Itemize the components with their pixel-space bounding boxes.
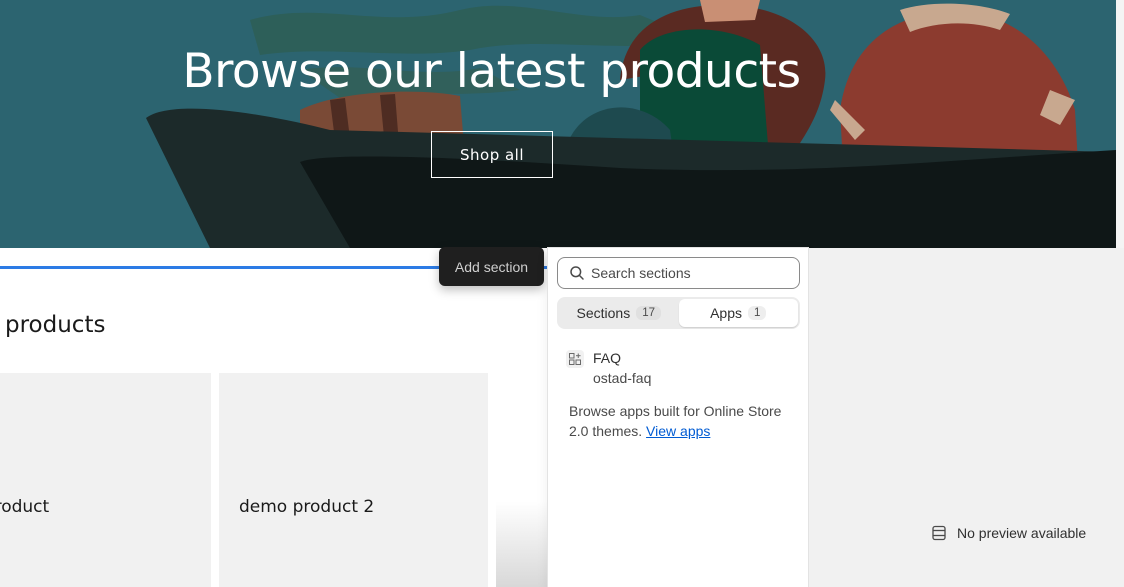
hero-banner: Browse our latest products Shop all — [0, 0, 1116, 248]
add-section-panel: Sections 17 Apps 1 FAQ ostad-faq Browse … — [548, 248, 808, 587]
product-card[interactable]: o product — [0, 373, 211, 587]
scrollbar-track[interactable] — [1116, 0, 1124, 248]
product-card[interactable] — [496, 373, 556, 587]
product-title[interactable]: demo product 2 — [239, 497, 374, 517]
app-handle: ostad-faq — [593, 370, 652, 386]
search-icon — [569, 265, 585, 281]
count-badge: 17 — [636, 306, 661, 320]
featured-products-heading: red products — [0, 312, 106, 338]
add-section-tooltip: Add section — [439, 247, 544, 286]
shop-all-button[interactable]: Shop all — [431, 131, 553, 178]
tab-label: Apps — [710, 305, 742, 321]
product-card[interactable]: demo product 2 — [219, 373, 488, 587]
search-field[interactable] — [557, 257, 800, 289]
app-name: FAQ — [593, 350, 622, 366]
section-preview-area: No preview available — [809, 248, 1124, 587]
no-preview-label: No preview available — [957, 525, 1087, 541]
app-block-icon — [566, 350, 584, 368]
search-input[interactable] — [591, 265, 791, 281]
section-tabs: Sections 17 Apps 1 — [557, 297, 800, 329]
hero-illustration — [0, 0, 1116, 248]
tab-sections[interactable]: Sections 17 — [559, 299, 679, 327]
count-badge: 1 — [748, 306, 767, 320]
tab-apps[interactable]: Apps 1 — [678, 299, 798, 327]
no-preview-message: No preview available — [931, 525, 1086, 541]
view-apps-link[interactable]: View apps — [646, 423, 710, 439]
preview-icon — [931, 525, 947, 541]
product-title[interactable]: o product — [0, 497, 49, 517]
browse-apps-text: Browse apps built for Online Store 2.0 t… — [569, 401, 791, 441]
tab-label: Sections — [576, 305, 631, 321]
hero-title: Browse our latest products — [182, 44, 801, 99]
